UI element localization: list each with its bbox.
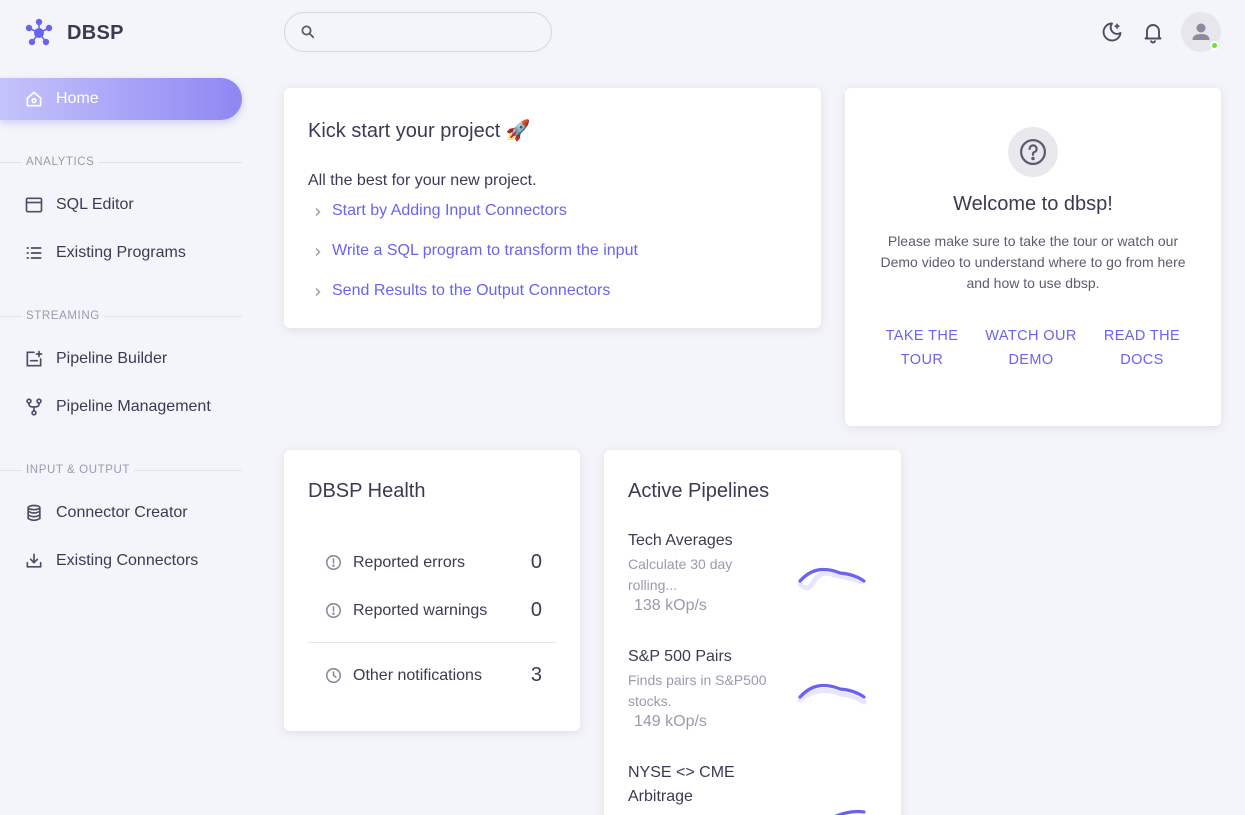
health-card: DBSP Health Reported errors 0 Reported w… <box>284 450 580 731</box>
section-header-streaming: STREAMING <box>0 308 242 324</box>
pipeline-description: Finds pairs in S&P500 stocks. <box>628 672 767 709</box>
health-value: 0 <box>530 599 542 621</box>
welcome-title: Welcome to dbsp! <box>953 193 1113 215</box>
pipeline-sparkline <box>834 809 866 815</box>
sidebar-item-home[interactable]: Home <box>0 78 242 120</box>
git-fork-icon <box>24 397 44 417</box>
search-input[interactable] <box>325 24 525 40</box>
welcome-card: Welcome to dbsp! Please make sure to tak… <box>845 88 1221 426</box>
pipeline-rate: 149 kOp/s <box>634 713 707 730</box>
sidebar-item-label: Existing Connectors <box>56 552 199 569</box>
sidebar-item-pipeline-builder[interactable]: Pipeline Builder <box>0 338 242 380</box>
person-icon <box>1189 20 1213 44</box>
section-header-input-output: INPUT & OUTPUT <box>0 462 242 478</box>
kickstart-card: Kick start your project 🚀 All the best f… <box>284 88 821 328</box>
dark-mode-toggle-icon[interactable] <box>1100 20 1124 44</box>
step-label[interactable]: Start by Adding Input Connectors <box>332 202 567 220</box>
pipeline-item[interactable]: NYSE <> CME Arbitrage <box>628 761 768 809</box>
divider <box>308 642 556 643</box>
online-status-dot <box>1210 41 1219 50</box>
kickstart-step-link[interactable]: Write a SQL program to transform the inp… <box>312 242 638 260</box>
health-value: 0 <box>530 551 542 573</box>
sidebar-item-sql-editor[interactable]: SQL Editor <box>0 184 242 226</box>
sidebar-item-pipeline-management[interactable]: Pipeline Management <box>0 386 242 428</box>
clock-icon <box>324 666 343 685</box>
download-tray-icon <box>24 551 44 571</box>
sidebar-item-existing-programs[interactable]: Existing Programs <box>0 232 242 274</box>
pipeline-sparkline <box>797 683 867 705</box>
dbsp-logo-icon <box>24 18 54 48</box>
take-tour-button[interactable]: TAKE THE TOUR <box>872 324 972 372</box>
brand[interactable]: DBSP <box>24 18 124 48</box>
pipeline-rate: 138 kOp/s <box>634 597 707 614</box>
browser-window-icon <box>24 195 44 215</box>
kickstart-subtitle: All the best for your new project. <box>308 172 537 189</box>
welcome-text: Please make sure to take the tour or wat… <box>880 233 1186 291</box>
sidebar-item-label: SQL Editor <box>56 196 134 213</box>
home-icon <box>24 89 44 109</box>
list-icon <box>24 243 44 263</box>
search-bar[interactable] <box>284 12 552 52</box>
pipeline-sparkline <box>797 567 866 591</box>
database-icon <box>24 503 44 523</box>
pipeline-name: NYSE <> CME Arbitrage <box>628 764 735 805</box>
health-label: Reported warnings <box>353 601 488 619</box>
user-avatar[interactable] <box>1181 12 1221 52</box>
pipeline-name: Tech Averages <box>628 532 733 549</box>
add-box-icon <box>24 349 44 369</box>
chevron-right-icon <box>312 205 324 217</box>
active-pipelines-card: Active Pipelines Tech Averages Calculate… <box>604 450 901 815</box>
sidebar-item-label: Connector Creator <box>56 504 188 521</box>
pipeline-item[interactable]: S&P 500 Pairs Finds pairs in S&P500 stoc… <box>628 645 768 731</box>
sidebar: DBSP Home ANALYTICS SQL Editor Existing … <box>0 0 260 815</box>
help-circle-icon <box>1008 127 1058 177</box>
step-label[interactable]: Send Results to the Output Connectors <box>332 282 610 300</box>
sidebar-item-label: Home <box>56 90 99 107</box>
sidebar-item-label: Pipeline Builder <box>56 350 168 367</box>
info-circle-icon <box>324 601 343 620</box>
kickstart-title: Kick start your project 🚀 <box>308 120 531 142</box>
kickstart-step-link[interactable]: Start by Adding Input Connectors <box>312 202 567 220</box>
health-row-warnings: Reported warnings 0 <box>324 599 542 622</box>
pipeline-description: Calculate 30 day rolling... <box>628 556 733 593</box>
info-circle-icon <box>324 553 343 572</box>
chevron-right-icon <box>312 245 324 257</box>
section-header-analytics: ANALYTICS <box>0 154 242 170</box>
pipeline-item[interactable]: Tech Averages Calculate 30 day rolling..… <box>628 529 768 615</box>
search-icon <box>299 23 317 41</box>
health-label: Other notifications <box>353 666 482 684</box>
sidebar-item-connector-creator[interactable]: Connector Creator <box>0 492 242 534</box>
health-value: 3 <box>530 664 542 686</box>
sidebar-item-existing-connectors[interactable]: Existing Connectors <box>0 540 242 582</box>
health-row-notifications: Other notifications 3 <box>324 664 542 687</box>
sidebar-item-label: Pipeline Management <box>56 398 211 415</box>
brand-name: DBSP <box>67 21 124 44</box>
watch-demo-button[interactable]: WATCH OUR DEMO <box>981 324 1081 372</box>
chevron-right-icon <box>312 285 324 297</box>
step-label[interactable]: Write a SQL program to transform the inp… <box>332 242 638 260</box>
sidebar-item-label: Existing Programs <box>56 244 186 261</box>
health-title: DBSP Health <box>308 480 426 502</box>
pipeline-name: S&P 500 Pairs <box>628 648 732 665</box>
health-label: Reported errors <box>353 553 466 571</box>
read-docs-button[interactable]: READ THE DOCS <box>1092 324 1192 372</box>
health-row-errors: Reported errors 0 <box>324 551 542 574</box>
notifications-bell-icon[interactable] <box>1141 20 1165 44</box>
kickstart-step-link[interactable]: Send Results to the Output Connectors <box>312 282 610 300</box>
pipelines-title: Active Pipelines <box>628 480 770 502</box>
